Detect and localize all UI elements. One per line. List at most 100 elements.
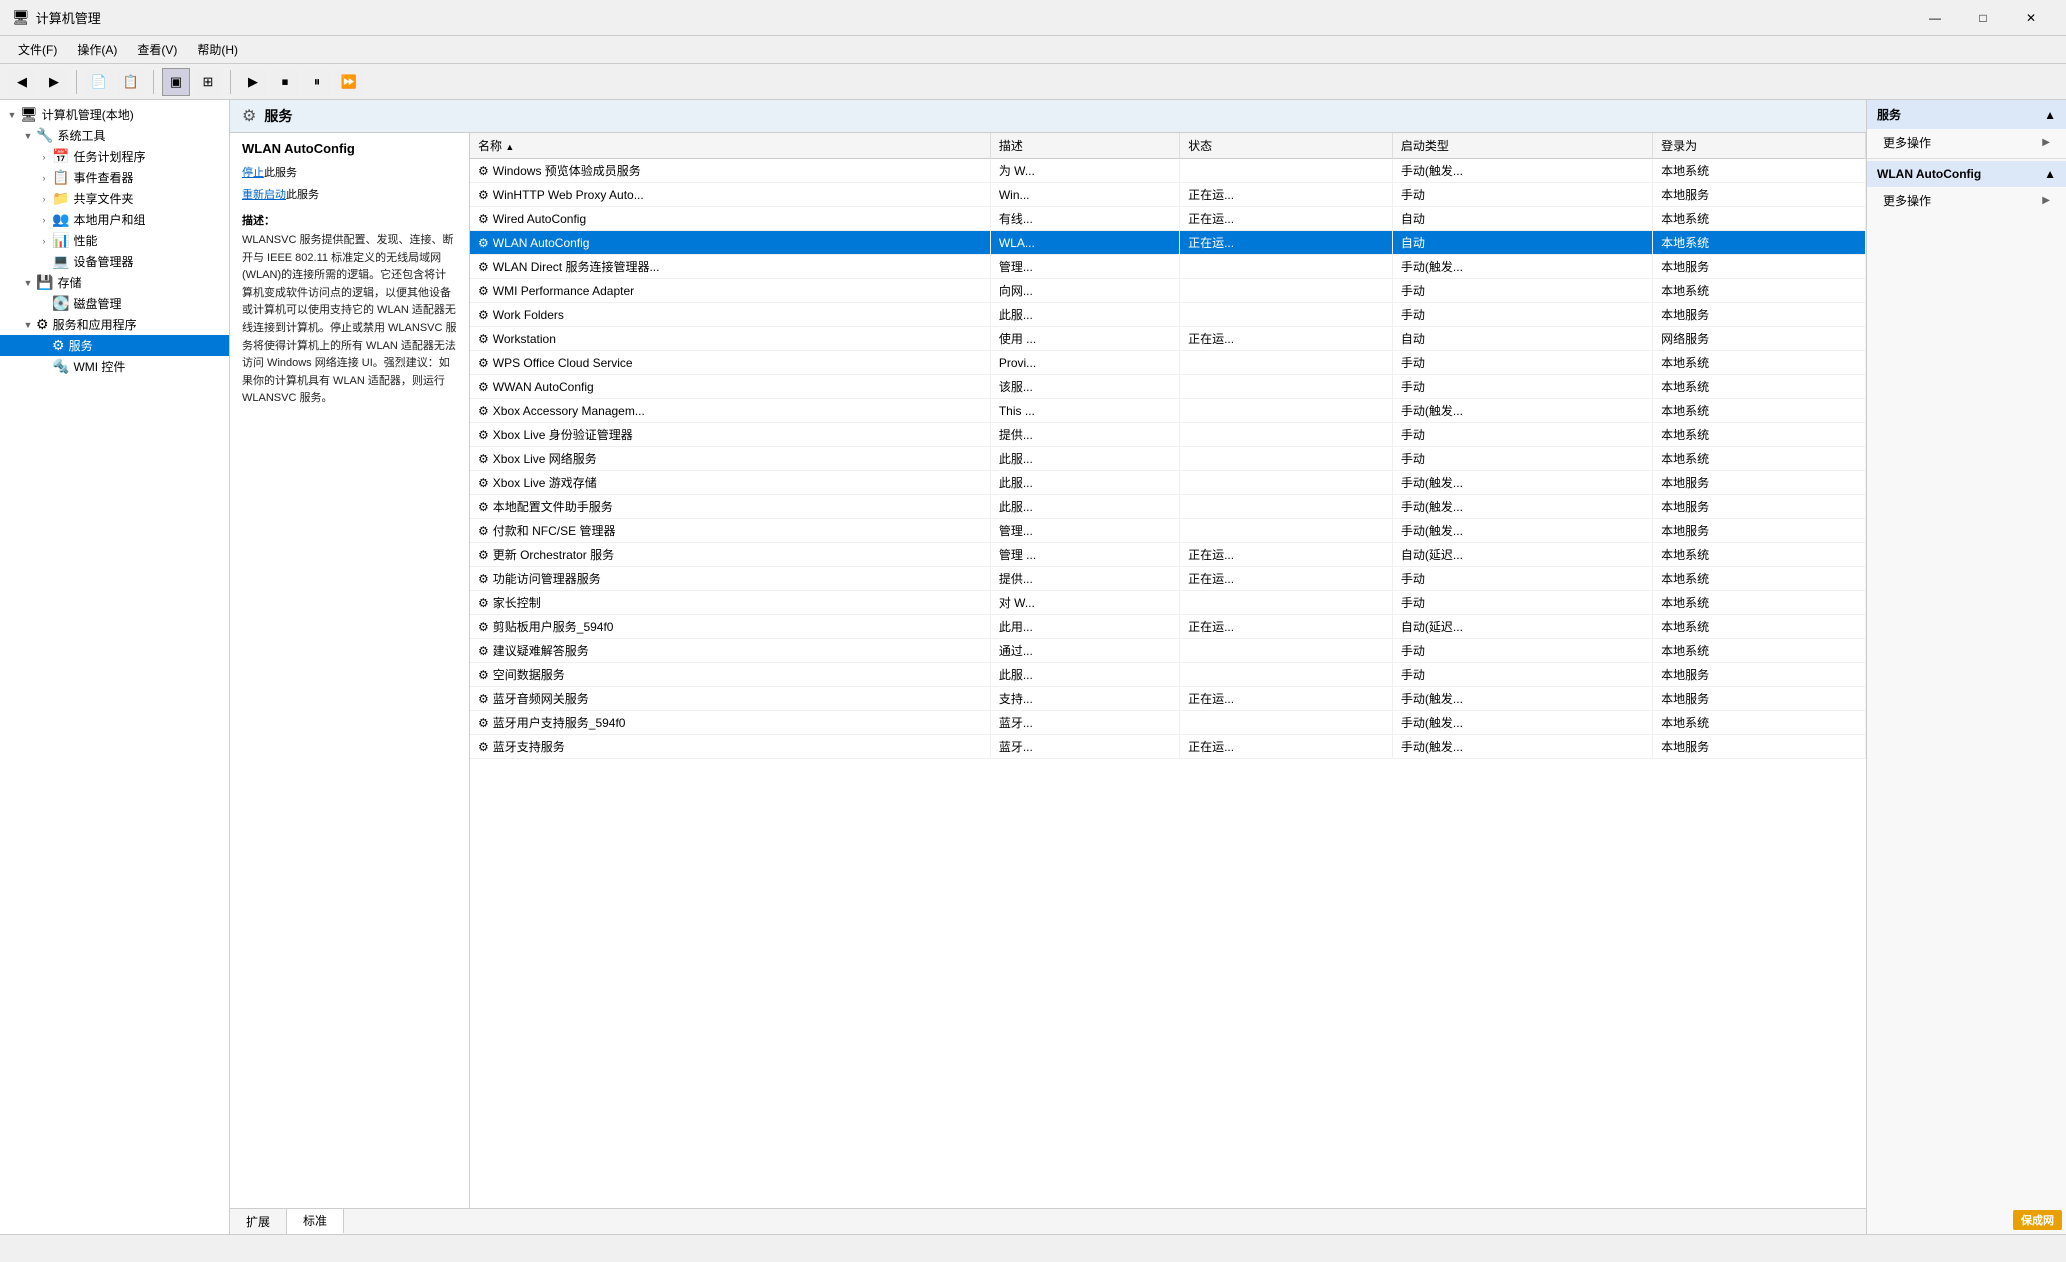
cell-service-status bbox=[1180, 447, 1393, 471]
toolbar-run[interactable]: ▶ bbox=[239, 68, 267, 96]
table-row[interactable]: ⚙Xbox Live 身份验证管理器提供...手动本地系统 bbox=[470, 423, 1866, 447]
table-row[interactable]: ⚙付款和 NFC/SE 管理器管理...手动(触发...本地服务 bbox=[470, 519, 1866, 543]
table-row[interactable]: ⚙蓝牙音频网关服务支持...正在运...手动(触发...本地服务 bbox=[470, 687, 1866, 711]
table-row[interactable]: ⚙WPS Office Cloud ServiceProvi...手动本地系统 bbox=[470, 351, 1866, 375]
tree-label-storage: 存储 bbox=[57, 274, 81, 291]
cell-service-status: 正在运... bbox=[1180, 615, 1393, 639]
cell-service-login: 本地系统 bbox=[1653, 615, 1866, 639]
col-header-desc[interactable]: 描述 bbox=[990, 133, 1179, 159]
col-header-name[interactable]: 名称 ▲ bbox=[470, 133, 990, 159]
tree-item-shared-folders[interactable]: › 📁 共享文件夹 bbox=[0, 188, 229, 209]
cell-service-name: ⚙付款和 NFC/SE 管理器 bbox=[470, 519, 990, 543]
table-row[interactable]: ⚙WMI Performance Adapter向网...手动本地系统 bbox=[470, 279, 1866, 303]
close-button[interactable]: ✕ bbox=[2008, 3, 2054, 33]
tree-item-wmi[interactable]: 🔩 WMI 控件 bbox=[0, 356, 229, 377]
action-more-arrow-2: ▶ bbox=[2042, 195, 2050, 206]
table-row[interactable]: ⚙WWAN AutoConfig该服...手动本地系统 bbox=[470, 375, 1866, 399]
tree-item-system-tools[interactable]: ▼ 🔧 系统工具 bbox=[0, 125, 229, 146]
cell-service-login: 本地系统 bbox=[1653, 567, 1866, 591]
toolbar-btn2[interactable]: ⊞ bbox=[194, 68, 222, 96]
cell-service-status: 正在运... bbox=[1180, 183, 1393, 207]
toolbar-resume[interactable]: ⏩ bbox=[335, 68, 363, 96]
cell-service-name: ⚙空间数据服务 bbox=[470, 663, 990, 687]
cell-service-status bbox=[1180, 591, 1393, 615]
table-row[interactable]: ⚙建议疑难解答服务通过...手动本地系统 bbox=[470, 639, 1866, 663]
toolbar-btn-active1[interactable]: ▣ bbox=[162, 68, 190, 96]
cell-service-startup: 自动 bbox=[1392, 207, 1652, 231]
table-row[interactable]: ⚙WinHTTP Web Proxy Auto...Win...正在运...手动… bbox=[470, 183, 1866, 207]
toolbar-show-hide-tree[interactable]: 📄 bbox=[85, 68, 113, 96]
action-divider-1 bbox=[1867, 158, 2066, 159]
table-row[interactable]: ⚙蓝牙用户支持服务_594f0蓝牙...手动(触发...本地系统 bbox=[470, 711, 1866, 735]
table-row[interactable]: ⚙Workstation使用 ...正在运...自动网络服务 bbox=[470, 327, 1866, 351]
tab-expand[interactable]: 扩展 bbox=[230, 1209, 287, 1234]
tree-item-local-users[interactable]: › 👥 本地用户和组 bbox=[0, 209, 229, 230]
col-header-startup[interactable]: 启动类型 bbox=[1392, 133, 1652, 159]
cell-service-name: ⚙Xbox Accessory Managem... bbox=[470, 399, 990, 423]
cell-service-login: 本地系统 bbox=[1653, 447, 1866, 471]
tree-toggle-event: › bbox=[36, 173, 52, 183]
tree-toggle-users: › bbox=[36, 215, 52, 225]
tree-toggle-task: › bbox=[36, 152, 52, 162]
content-area: WLAN AutoConfig 停止此服务 重新启动此服务 描述： WLANSV… bbox=[230, 133, 1866, 1208]
table-row[interactable]: ⚙剪贴板用户服务_594f0此用...正在运...自动(延迟...本地系统 bbox=[470, 615, 1866, 639]
table-row[interactable]: ⚙WLAN Direct 服务连接管理器...管理...手动(触发...本地服务 bbox=[470, 255, 1866, 279]
cell-service-startup: 手动 bbox=[1392, 447, 1652, 471]
toolbar-forward[interactable]: ▶ bbox=[40, 68, 68, 96]
table-row[interactable]: ⚙Xbox Live 网络服务此服...手动本地系统 bbox=[470, 447, 1866, 471]
tab-standard[interactable]: 标准 bbox=[287, 1209, 344, 1234]
toolbar-stop[interactable]: ⏹ bbox=[271, 68, 299, 96]
service-description-text: WLANSVC 服务提供配置、发现、连接、断开与 IEEE 802.11 标准定… bbox=[242, 232, 457, 408]
cell-service-status bbox=[1180, 255, 1393, 279]
tree-toggle: ▼ bbox=[4, 110, 20, 120]
tree-item-event-viewer[interactable]: › 📋 事件查看器 bbox=[0, 167, 229, 188]
cell-service-name: ⚙WinHTTP Web Proxy Auto... bbox=[470, 183, 990, 207]
menu-file[interactable]: 文件(F) bbox=[8, 37, 67, 62]
menu-help[interactable]: 帮助(H) bbox=[187, 37, 248, 62]
cell-service-login: 本地系统 bbox=[1653, 399, 1866, 423]
tree-item-services-apps[interactable]: ▼ ⚙ 服务和应用程序 bbox=[0, 314, 229, 335]
tree-item-disk-management[interactable]: 💽 磁盘管理 bbox=[0, 293, 229, 314]
col-header-status[interactable]: 状态 bbox=[1180, 133, 1393, 159]
table-row[interactable]: ⚙蓝牙支持服务蓝牙...正在运...手动(触发...本地服务 bbox=[470, 735, 1866, 759]
table-row[interactable]: ⚙WLAN AutoConfigWLA...正在运...自动本地系统 bbox=[470, 231, 1866, 255]
tree-toggle-storage: ▼ bbox=[20, 278, 36, 288]
toolbar-separator-1 bbox=[76, 70, 77, 94]
actions-section-wlan[interactable]: WLAN AutoConfig ▲ bbox=[1867, 161, 2066, 187]
table-row[interactable]: ⚙功能访问管理器服务提供...正在运...手动本地系统 bbox=[470, 567, 1866, 591]
cell-service-login: 本地系统 bbox=[1653, 711, 1866, 735]
table-row[interactable]: ⚙Windows 预览体验成员服务为 W...手动(触发...本地系统 bbox=[470, 159, 1866, 183]
tree-item-services[interactable]: ⚙ 服务 bbox=[0, 335, 229, 356]
action-more-operations-services[interactable]: 更多操作 ▶ bbox=[1867, 129, 2066, 156]
cell-service-startup: 自动(延迟... bbox=[1392, 543, 1652, 567]
tree-item-task-scheduler[interactable]: › 📅 任务计划程序 bbox=[0, 146, 229, 167]
table-row[interactable]: ⚙本地配置文件助手服务此服...手动(触发...本地服务 bbox=[470, 495, 1866, 519]
toolbar-pause[interactable]: ⏸ bbox=[303, 68, 331, 96]
menu-view[interactable]: 查看(V) bbox=[127, 37, 187, 62]
table-row[interactable]: ⚙更新 Orchestrator 服务管理 ...正在运...自动(延迟...本… bbox=[470, 543, 1866, 567]
maximize-button[interactable]: □ bbox=[1960, 3, 2006, 33]
storage-icon: 💾 bbox=[36, 274, 53, 291]
actions-section-services[interactable]: 服务 ▲ bbox=[1867, 100, 2066, 129]
toolbar-back[interactable]: ◀ bbox=[8, 68, 36, 96]
tree-item-device-manager[interactable]: 💻 设备管理器 bbox=[0, 251, 229, 272]
table-row[interactable]: ⚙空间数据服务此服...手动本地服务 bbox=[470, 663, 1866, 687]
table-row[interactable]: ⚙Xbox Accessory Managem...This ...手动(触发.… bbox=[470, 399, 1866, 423]
toolbar-up[interactable]: 📋 bbox=[117, 68, 145, 96]
action-stop-link[interactable]: 停止 bbox=[242, 167, 264, 179]
tree-item-performance[interactable]: › 📊 性能 bbox=[0, 230, 229, 251]
minimize-button[interactable]: — bbox=[1912, 3, 1958, 33]
table-row[interactable]: ⚙Work Folders此服...手动本地服务 bbox=[470, 303, 1866, 327]
table-row[interactable]: ⚙家长控制对 W...手动本地系统 bbox=[470, 591, 1866, 615]
menu-action[interactable]: 操作(A) bbox=[67, 37, 127, 62]
table-row[interactable]: ⚙Wired AutoConfig有线...正在运...自动本地系统 bbox=[470, 207, 1866, 231]
table-row[interactable]: ⚙Xbox Live 游戏存储此服...手动(触发...本地服务 bbox=[470, 471, 1866, 495]
col-header-login[interactable]: 登录为 bbox=[1653, 133, 1866, 159]
tree-item-computer[interactable]: ▼ 🖥 计算机管理(本地) bbox=[0, 104, 229, 125]
local-users-icon: 👥 bbox=[52, 211, 69, 228]
computer-icon: 🖥 bbox=[20, 106, 38, 123]
tree-label-performance: 性能 bbox=[73, 232, 97, 249]
action-restart-link[interactable]: 重新启动 bbox=[242, 189, 286, 201]
action-more-operations-wlan[interactable]: 更多操作 ▶ bbox=[1867, 187, 2066, 214]
tree-item-storage[interactable]: ▼ 💾 存储 bbox=[0, 272, 229, 293]
